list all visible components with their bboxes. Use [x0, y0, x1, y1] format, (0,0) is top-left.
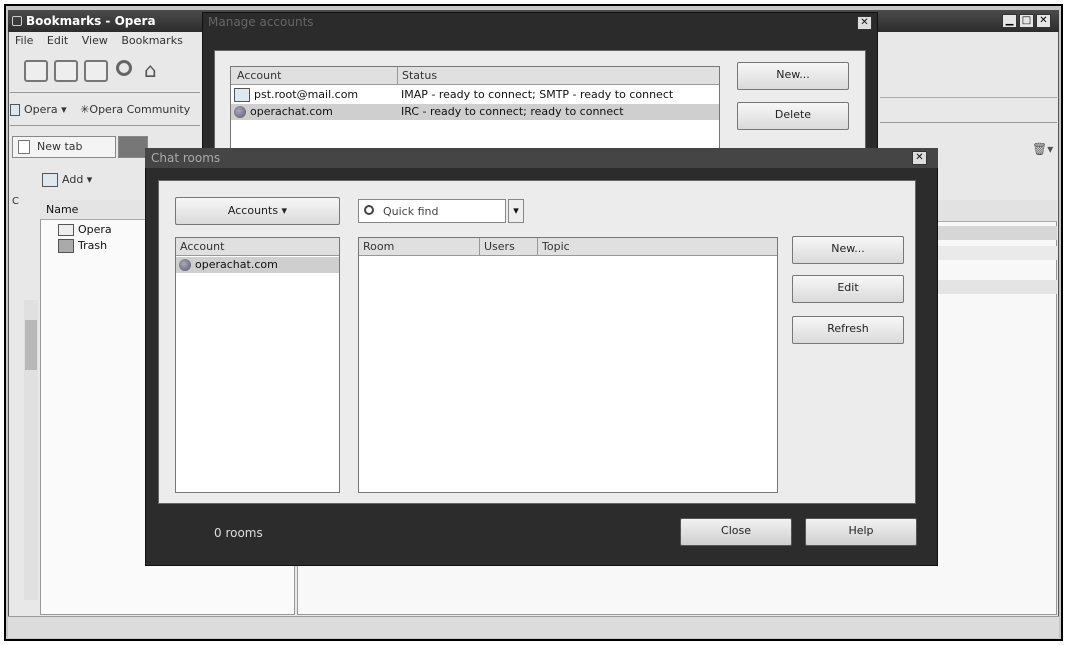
col-status[interactable]: Status — [397, 67, 437, 85]
account-status: IMAP - ready to connect; SMTP - ready to… — [401, 88, 674, 101]
quick-find-input[interactable]: Quick find — [358, 199, 506, 223]
home-icon[interactable]: ⌂ — [144, 58, 157, 82]
chat-account-name: operachat.com — [195, 258, 278, 271]
account-row[interactable]: pst.root@mail.com IMAP - ready to connec… — [231, 87, 719, 103]
tab-bookmarks[interactable] — [118, 136, 148, 158]
page-icon — [18, 140, 30, 154]
mail-icon — [234, 88, 250, 102]
menu-file[interactable]: File — [15, 34, 33, 47]
accounts-list: Account Status pst.root@mail.com IMAP - … — [230, 66, 720, 154]
chat-globe-icon — [179, 259, 191, 271]
add-icon — [42, 173, 58, 187]
add-label: Add — [62, 173, 84, 186]
minimize-button[interactable]: ▁ — [1002, 14, 1017, 28]
tree-item-trash[interactable]: Trash — [58, 238, 107, 254]
panel-label: C — [12, 196, 19, 207]
save-icon[interactable] — [54, 60, 78, 82]
personal-bar: Opera ▾ ✳Opera Community — [10, 100, 200, 120]
tab-new-label: New tab — [37, 140, 83, 153]
close-button[interactable]: Close — [680, 518, 792, 546]
chat-globe-icon — [234, 106, 246, 118]
quick-find-dropdown[interactable]: ▾ — [508, 199, 524, 223]
account-status: IRC - ready to connect; ready to connect — [401, 105, 624, 118]
account-name: operachat.com — [250, 105, 333, 118]
col-room[interactable]: Room — [363, 238, 394, 256]
edit-room-button[interactable]: Edit — [792, 275, 904, 303]
rooms-list-header: Room Users Topic — [359, 238, 777, 256]
chat-account-item[interactable]: operachat.com — [176, 257, 339, 273]
manage-accounts-title: Manage accounts — [208, 15, 314, 29]
open-folder-icon[interactable] — [24, 60, 48, 82]
menu-view[interactable]: View — [82, 34, 108, 47]
opera-logo-icon — [12, 16, 22, 26]
accounts-list-header: Account Status — [231, 67, 719, 85]
menu-edit[interactable]: Edit — [47, 34, 68, 47]
col-account[interactable]: Account — [237, 67, 281, 85]
new-room-button[interactable]: New... — [792, 236, 904, 264]
quick-find-placeholder: Quick find — [383, 205, 439, 218]
col-topic[interactable]: Topic — [537, 238, 570, 256]
search-icon[interactable] — [116, 60, 132, 76]
toolbar-divider — [10, 92, 200, 93]
trash-menu-icon[interactable]: 🗑▾ — [1032, 142, 1053, 156]
refresh-rooms-button[interactable]: Refresh — [792, 316, 904, 344]
window-title: Bookmarks - Opera — [26, 14, 156, 28]
menu-bookmarks[interactable]: Bookmarks — [121, 34, 182, 47]
account-row[interactable]: operachat.com IRC - ready to connect; re… — [231, 104, 719, 120]
opera-folder-icon — [10, 104, 20, 116]
right-divider — [880, 122, 1057, 123]
accounts-dropdown-button[interactable]: Accounts ▾ — [175, 197, 340, 225]
personal-divider — [10, 125, 200, 126]
print-icon[interactable] — [84, 60, 108, 82]
tree-item-trash-label: Trash — [78, 239, 108, 252]
right-toolbar-area — [880, 40, 1057, 98]
chat-rooms-title: Chat rooms — [145, 148, 938, 168]
tab-new[interactable]: New tab — [12, 136, 116, 158]
add-bookmark-button[interactable]: Add ▾ — [42, 170, 92, 190]
tree-header-label: Name — [46, 203, 79, 216]
status-bar — [8, 616, 1059, 638]
col-users[interactable]: Users — [479, 238, 515, 256]
accounts-button-label: Accounts — [227, 204, 279, 217]
rooms-count: 0 rooms — [214, 526, 263, 540]
account-name: pst.root@mail.com — [254, 88, 359, 101]
folder-icon — [58, 224, 74, 236]
maximize-button[interactable]: □ — [1019, 14, 1034, 28]
chat-rooms-close-icon[interactable]: ✕ — [912, 151, 927, 165]
help-button[interactable]: Help — [805, 518, 917, 546]
delete-account-button[interactable]: Delete — [737, 102, 849, 130]
search-icon — [364, 205, 374, 215]
close-window-button[interactable]: ✕ — [1036, 14, 1051, 28]
left-scrollbar[interactable] — [24, 300, 38, 600]
main-toolbar: ⌂ — [10, 52, 200, 90]
chat-accounts-list: Account operachat.com — [175, 237, 340, 493]
tree-item-opera-label: Opera — [78, 223, 112, 236]
trash-icon — [58, 239, 74, 253]
chat-accounts-header[interactable]: Account — [176, 238, 339, 256]
menu-bar: File Edit View Bookmarks — [10, 32, 200, 50]
scroll-thumb[interactable] — [25, 320, 37, 370]
new-account-button[interactable]: New... — [737, 62, 849, 90]
rooms-list: Room Users Topic — [358, 237, 778, 493]
tree-item-opera[interactable]: Opera — [58, 222, 112, 238]
manage-accounts-close-icon[interactable]: ✕ — [857, 16, 872, 30]
personal-opera[interactable]: Opera — [24, 103, 58, 116]
personal-community[interactable]: Opera Community — [89, 103, 190, 116]
